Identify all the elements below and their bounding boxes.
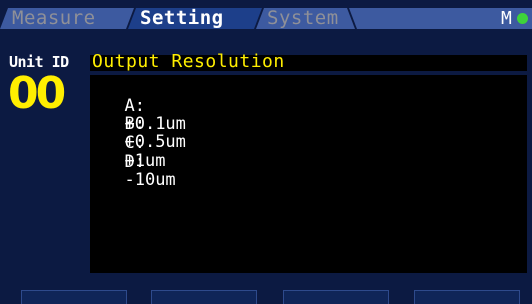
option-value: -10um	[124, 170, 176, 190]
softkey-1[interactable]	[21, 290, 127, 304]
option-d[interactable]: D: -10um	[104, 135, 176, 190]
tab-setting[interactable]: Setting	[140, 8, 224, 29]
option-key: D:	[124, 152, 145, 172]
tab-bar: Measure Setting System M	[0, 0, 532, 29]
tab-strip: Measure Setting System	[0, 8, 532, 29]
unit-id-value: 00	[8, 68, 66, 119]
panel-title: Output Resolution	[92, 51, 285, 72]
softkey-3[interactable]	[283, 290, 389, 304]
softkey-4[interactable]	[414, 290, 520, 304]
mode-indicator-letter: M	[501, 8, 512, 29]
tab-system[interactable]: System	[267, 8, 339, 29]
softkey-2[interactable]	[151, 290, 257, 304]
tab-measure[interactable]: Measure	[12, 8, 96, 29]
status-indicator-icon	[517, 13, 528, 24]
